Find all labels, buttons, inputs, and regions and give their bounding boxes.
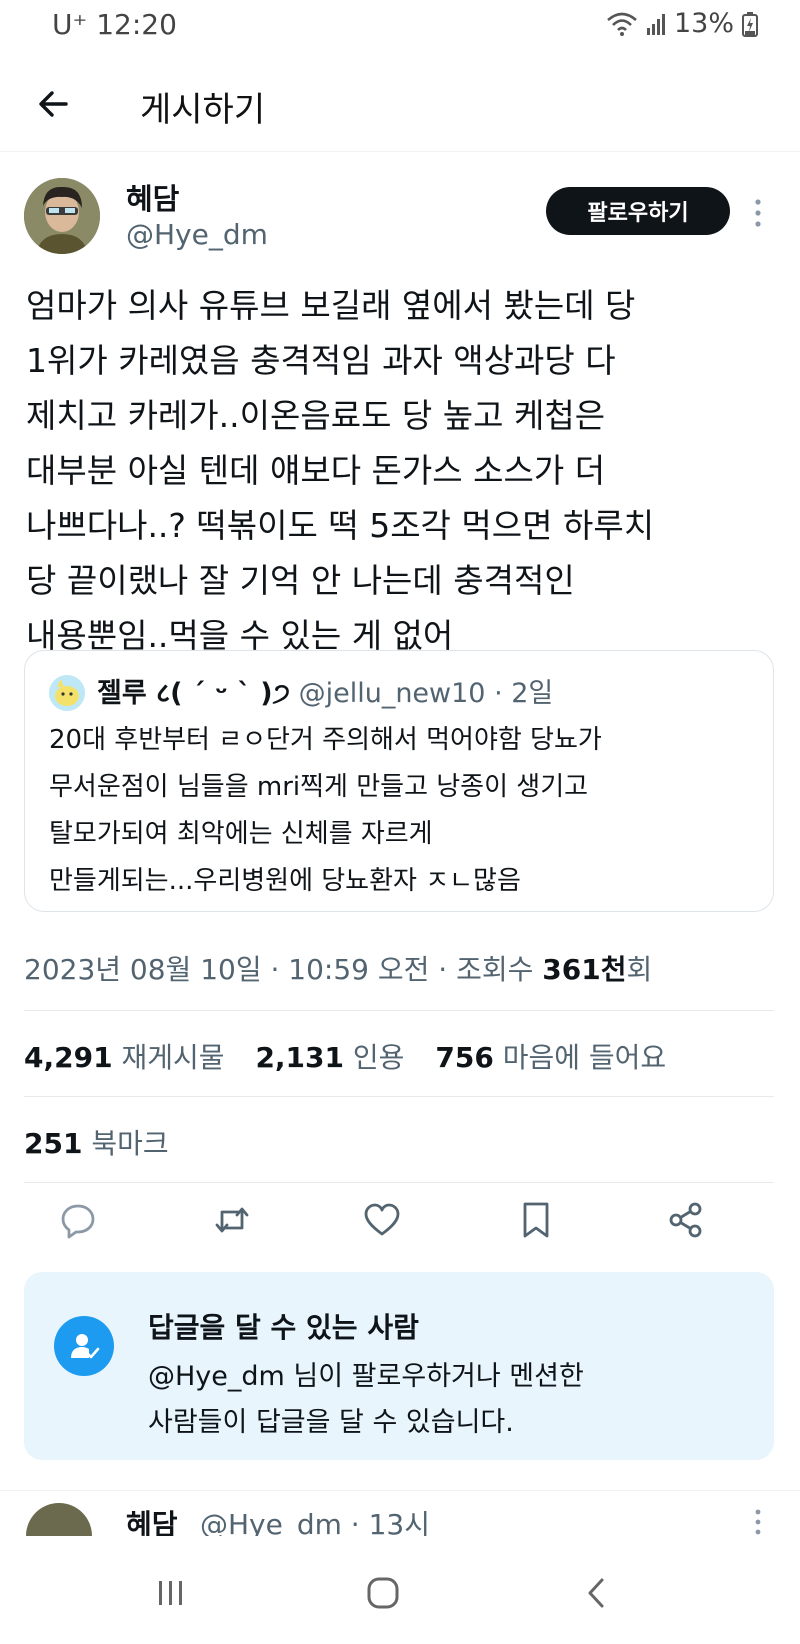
- clock: 12:20: [96, 8, 177, 41]
- view-count: 361천: [542, 953, 627, 986]
- author-name[interactable]: 혜담: [126, 176, 179, 218]
- like-icon[interactable]: [362, 1200, 402, 1240]
- quote-text: 20대 후반부터 ㄹㅇ단거 주의해서 먹어야함 당뇨가 무서운점이 님들을 mr…: [49, 725, 602, 896]
- signal-icon: [646, 12, 666, 36]
- author-avatar[interactable]: [24, 178, 100, 254]
- status-left: U⁺ 12:20: [52, 8, 177, 41]
- app-header: 게시하기: [0, 60, 800, 152]
- wifi-icon: [606, 11, 638, 37]
- system-nav-bar: [0, 1544, 800, 1644]
- reply-permission-notice: 답글을 달 수 있는 사람 @Hye_dm 님이 팔로우하거나 멘션한 사람들이…: [24, 1272, 774, 1460]
- retweet-icon[interactable]: [212, 1200, 252, 1240]
- more-options-icon[interactable]: [748, 1507, 768, 1536]
- tweet-stats: 4,291 재게시물 2,131 인용 756 마음에 들어요: [24, 1036, 666, 1076]
- bookmark-label: 북마크: [91, 1127, 169, 1160]
- recent-apps-icon[interactable]: [146, 1568, 196, 1618]
- reply-notice-title: 답글을 달 수 있는 사람: [148, 1311, 419, 1344]
- quote-header: 젤루 ८( ˊ ᵕ ˋ )੭ @jellu_new10 · 2일: [97, 671, 553, 710]
- status-bar: U⁺ 12:20 13%: [0, 0, 800, 50]
- view-suffix: 회: [626, 953, 653, 986]
- bookmark-count: 251: [24, 1127, 83, 1160]
- battery-charging-icon: [742, 11, 758, 37]
- bookmark-stat[interactable]: 251 북마크: [24, 1122, 169, 1162]
- divider: [24, 1010, 774, 1011]
- tweet-date: 2023년 08월 10일 · 10:59 오전 · 조회수: [24, 953, 543, 986]
- like-label: 마음에 들어요: [502, 1041, 667, 1074]
- quote-label: 인용: [352, 1041, 405, 1074]
- follow-button[interactable]: 팔로우하기: [546, 187, 730, 235]
- like-stat[interactable]: 756 마음에 들어요: [435, 1041, 666, 1074]
- quote-stat[interactable]: 2,131 인용: [255, 1041, 404, 1074]
- quoted-tweet[interactable]: 젤루 ८( ˊ ᵕ ˋ )੭ @jellu_new10 · 2일 20대 후반부…: [24, 650, 774, 912]
- quote-author-handle: @jellu_new10 · 2일: [298, 678, 554, 709]
- divider: [24, 1182, 774, 1183]
- quote-avatar: [49, 675, 85, 711]
- tweet-meta: 2023년 08월 10일 · 10:59 오전 · 조회수 361천회: [24, 948, 652, 988]
- retweet-stat[interactable]: 4,291 재게시물: [24, 1041, 225, 1074]
- quote-author-name: 젤루 ८( ˊ ᵕ ˋ )੭: [97, 678, 290, 709]
- reply-notice-description: @Hye_dm 님이 팔로우하거나 멘션한 사람들이 답글을 달 수 있습니다.: [148, 1361, 584, 1438]
- next-tweet-avatar[interactable]: [26, 1503, 92, 1536]
- bookmark-icon[interactable]: [516, 1200, 556, 1240]
- like-count: 756: [435, 1041, 494, 1074]
- carrier-label: U⁺: [52, 8, 88, 41]
- retweet-count: 4,291: [24, 1041, 113, 1074]
- retweet-label: 재게시물: [121, 1041, 225, 1074]
- share-icon[interactable]: [666, 1200, 706, 1240]
- next-tweet-handle: @Hye_dm · 13시: [200, 1508, 430, 1536]
- next-tweet[interactable]: 혜담 @Hye_dm · 13시: [0, 1490, 800, 1536]
- tweet-text: 엄마가 의사 유튜브 보길래 옆에서 봤는데 당 1위가 카레였음 충격적임 과…: [26, 286, 655, 655]
- divider: [24, 1096, 774, 1097]
- more-options-icon[interactable]: [748, 196, 768, 230]
- quote-count: 2,131: [255, 1041, 345, 1074]
- page-title: 게시하기: [140, 90, 266, 130]
- mention-user-icon: [54, 1316, 114, 1376]
- author-handle[interactable]: @Hye_dm: [126, 218, 268, 251]
- reply-icon[interactable]: [58, 1200, 98, 1240]
- nav-back-icon[interactable]: [572, 1568, 622, 1618]
- home-icon[interactable]: [358, 1568, 408, 1618]
- back-arrow-icon[interactable]: [34, 82, 78, 126]
- next-tweet-author: 혜담: [126, 1508, 178, 1536]
- battery-percent: 13%: [673, 8, 734, 39]
- status-right: 13%: [606, 8, 758, 39]
